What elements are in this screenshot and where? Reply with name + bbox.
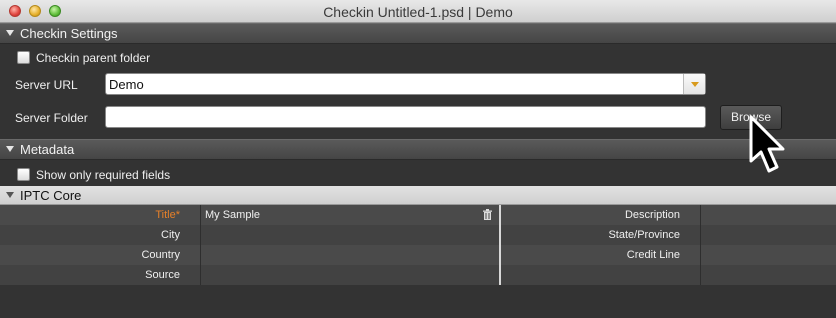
section-metadata[interactable]: Metadata <box>0 139 836 160</box>
section-iptc-core[interactable]: IPTC Core <box>0 186 836 205</box>
field-label-credit-line: Credit Line <box>626 249 680 261</box>
section-checkin-settings[interactable]: Checkin Settings <box>0 23 836 44</box>
empty-area <box>0 285 836 318</box>
server-url-value: Demo <box>109 77 144 92</box>
field-label-state-province: State/Province <box>608 229 680 241</box>
mouse-cursor-icon <box>749 115 785 173</box>
server-url-select[interactable]: Demo <box>105 73 706 95</box>
field-label-country: Country <box>141 249 180 261</box>
disclosure-triangle-icon[interactable] <box>6 30 14 36</box>
server-folder-input[interactable] <box>105 106 706 128</box>
disclosure-triangle-icon[interactable] <box>6 146 14 152</box>
field-label-title: Title* <box>155 209 180 221</box>
pane-splitter[interactable] <box>499 205 501 285</box>
server-url-label: Server URL <box>15 78 78 92</box>
window-titlebar: Checkin Untitled-1.psd | Demo <box>0 0 836 23</box>
window-title: Checkin Untitled-1.psd | Demo <box>323 4 513 20</box>
trash-icon[interactable] <box>482 209 493 224</box>
column-divider <box>700 205 701 285</box>
checkin-parent-folder-label: Checkin parent folder <box>36 51 151 65</box>
section-metadata-label: Metadata <box>20 142 75 157</box>
section-iptc-core-label: IPTC Core <box>20 188 82 203</box>
field-value-title[interactable]: My Sample <box>205 209 260 221</box>
field-label-city: City <box>161 229 180 241</box>
section-checkin-settings-label: Checkin Settings <box>20 26 118 41</box>
show-required-checkbox[interactable] <box>17 168 30 181</box>
table-row: Country Credit Line <box>0 245 836 265</box>
disclosure-triangle-icon[interactable] <box>6 192 14 198</box>
field-label-source: Source <box>145 269 180 281</box>
server-folder-label: Server Folder <box>15 111 88 125</box>
checkin-parent-folder-checkbox[interactable] <box>17 51 30 64</box>
table-row: Source <box>0 265 836 285</box>
dropdown-arrow-icon[interactable] <box>683 74 705 94</box>
iptc-fields-grid: Title* My Sample Description City State/… <box>0 205 836 285</box>
table-row: Title* My Sample Description <box>0 205 836 225</box>
show-required-label: Show only required fields <box>36 168 171 182</box>
field-label-description: Description <box>624 209 680 221</box>
column-divider <box>200 205 201 285</box>
table-row: City State/Province <box>0 225 836 245</box>
